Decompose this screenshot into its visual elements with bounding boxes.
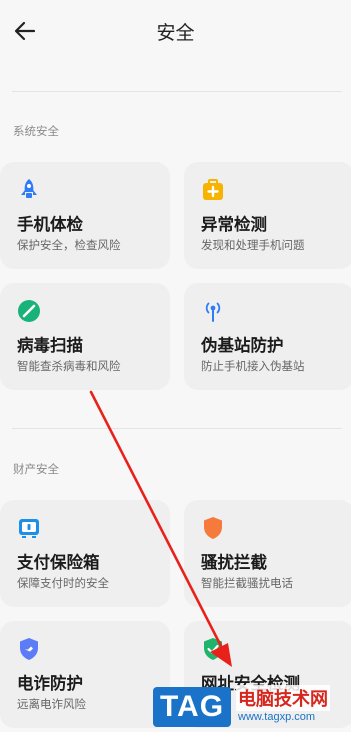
card-title: 异常检测	[201, 215, 267, 234]
card-payment-safe[interactable]: 支付保险箱 保障支付时的安全	[0, 500, 170, 607]
card-desc: 保障支付时的安全	[17, 576, 109, 590]
watermark-site-name: 电脑技术网	[236, 685, 330, 711]
header-divider	[12, 91, 342, 92]
card-desc: 防止手机接入伪基站	[201, 359, 305, 373]
card-title: 病毒扫描	[17, 336, 83, 355]
rocket-icon	[21, 179, 37, 198]
card-virus-scan[interactable]: 病毒扫描 智能查杀病毒和风险	[0, 283, 170, 390]
medkit-icon	[203, 179, 223, 200]
card-title: 骚扰拦截	[201, 553, 267, 572]
section-label-system: 系统安全	[13, 124, 59, 138]
payment-safe-icon	[19, 519, 39, 538]
section-label-property: 财产安全	[13, 462, 59, 476]
watermark-tag-logo: TAG	[153, 687, 231, 727]
section-divider	[12, 428, 342, 429]
scan-icon	[18, 300, 40, 322]
card-anomaly-detection[interactable]: 异常检测 发现和处理手机问题	[184, 162, 351, 269]
card-title: 支付保险箱	[17, 553, 100, 572]
card-desc: 智能拦截骚扰电话	[201, 576, 293, 590]
green-shield-icon	[204, 638, 222, 660]
card-fake-base-station[interactable]: 伪基站防护 防止手机接入伪基站	[184, 283, 351, 390]
watermark: TAG 电脑技术网 www.tagxp.com	[150, 683, 351, 732]
card-harassment-block[interactable]: 骚扰拦截 智能拦截骚扰电话	[184, 500, 351, 607]
top-bar: 安全	[0, 0, 351, 62]
card-desc: 智能查杀病毒和风险	[17, 359, 121, 373]
antenna-icon	[205, 302, 221, 322]
card-desc: 保护安全，检查风险	[17, 238, 121, 252]
watermark-url: www.tagxp.com	[238, 711, 316, 723]
card-desc: 远离电诈风险	[17, 697, 86, 711]
card-title: 手机体检	[17, 215, 83, 234]
page-title: 安全	[156, 22, 195, 44]
shield-icon	[204, 517, 222, 539]
anti-fraud-icon	[20, 638, 38, 660]
card-desc: 发现和处理手机问题	[201, 238, 305, 252]
card-phone-checkup[interactable]: 手机体检 保护安全，检查风险	[0, 162, 170, 269]
card-fraud-protection[interactable]: 电诈防护 远离电诈风险	[0, 621, 170, 728]
card-title: 伪基站防护	[201, 336, 284, 355]
card-title: 电诈防护	[17, 674, 83, 693]
